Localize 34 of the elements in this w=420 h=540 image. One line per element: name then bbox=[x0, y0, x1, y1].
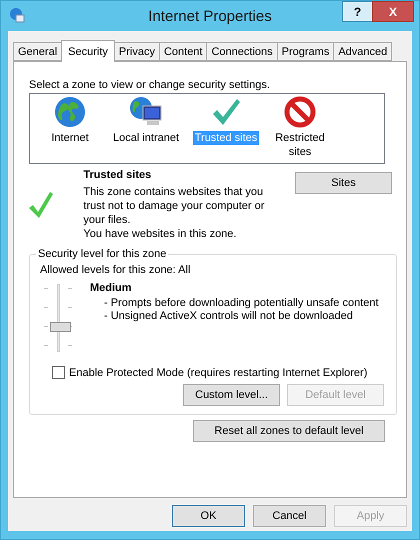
zone-item[interactable]: Internet bbox=[49, 131, 91, 145]
zone-title: Trusted sites bbox=[83, 168, 152, 182]
cancel-button[interactable]: Cancel bbox=[253, 505, 326, 527]
no-entry-icon bbox=[284, 96, 316, 128]
allowed-levels-text: Allowed levels for this zone: All bbox=[40, 264, 192, 276]
tab[interactable]: Programs bbox=[276, 42, 334, 61]
tab[interactable]: Privacy bbox=[114, 42, 160, 61]
tab[interactable]: Security bbox=[61, 40, 115, 62]
sites-button[interactable]: Sites bbox=[295, 172, 392, 194]
window-title: Internet Properties bbox=[148, 8, 272, 24]
zone-description: This zone contains websites that you trust not to damage your computer or your files. bbox=[83, 185, 266, 227]
tab[interactable]: General bbox=[13, 42, 62, 61]
level-description: - Unsigned ActiveX controls will not be downloaded bbox=[103, 310, 354, 323]
globe-monitor-icon bbox=[129, 96, 163, 128]
group-legend: Security level for this zone bbox=[36, 248, 168, 260]
level-name: Medium bbox=[90, 282, 133, 295]
custom-level-button[interactable]: Custom level... bbox=[183, 384, 280, 406]
help-button[interactable]: ? bbox=[342, 1, 373, 22]
checkmark-icon bbox=[29, 192, 53, 220]
zone-item[interactable]: Restricted sites bbox=[270, 131, 330, 159]
level-description: - Prompts before downloading potentially unsafe content bbox=[103, 297, 380, 310]
tab[interactable]: Advanced bbox=[333, 42, 392, 61]
globe-settings-icon bbox=[9, 7, 25, 23]
reset-zones-button[interactable]: Reset all zones to default level bbox=[193, 420, 385, 442]
zone-description: You have websites in this zone. bbox=[83, 227, 238, 241]
close-button[interactable]: X bbox=[372, 1, 414, 22]
ok-button[interactable]: OK bbox=[172, 505, 245, 527]
zone-item[interactable]: Local intranet bbox=[110, 131, 182, 145]
security-slider[interactable] bbox=[44, 282, 74, 354]
tab[interactable]: Content bbox=[158, 42, 208, 61]
instruction-text: Select a zone to view or change security settings. bbox=[29, 79, 271, 91]
globe-icon bbox=[54, 96, 86, 128]
tab[interactable]: Connections bbox=[206, 42, 278, 61]
protected-mode-checkbox[interactable]: Enable Protected Mode (requires restarting Internet Explorer) bbox=[52, 366, 384, 379]
